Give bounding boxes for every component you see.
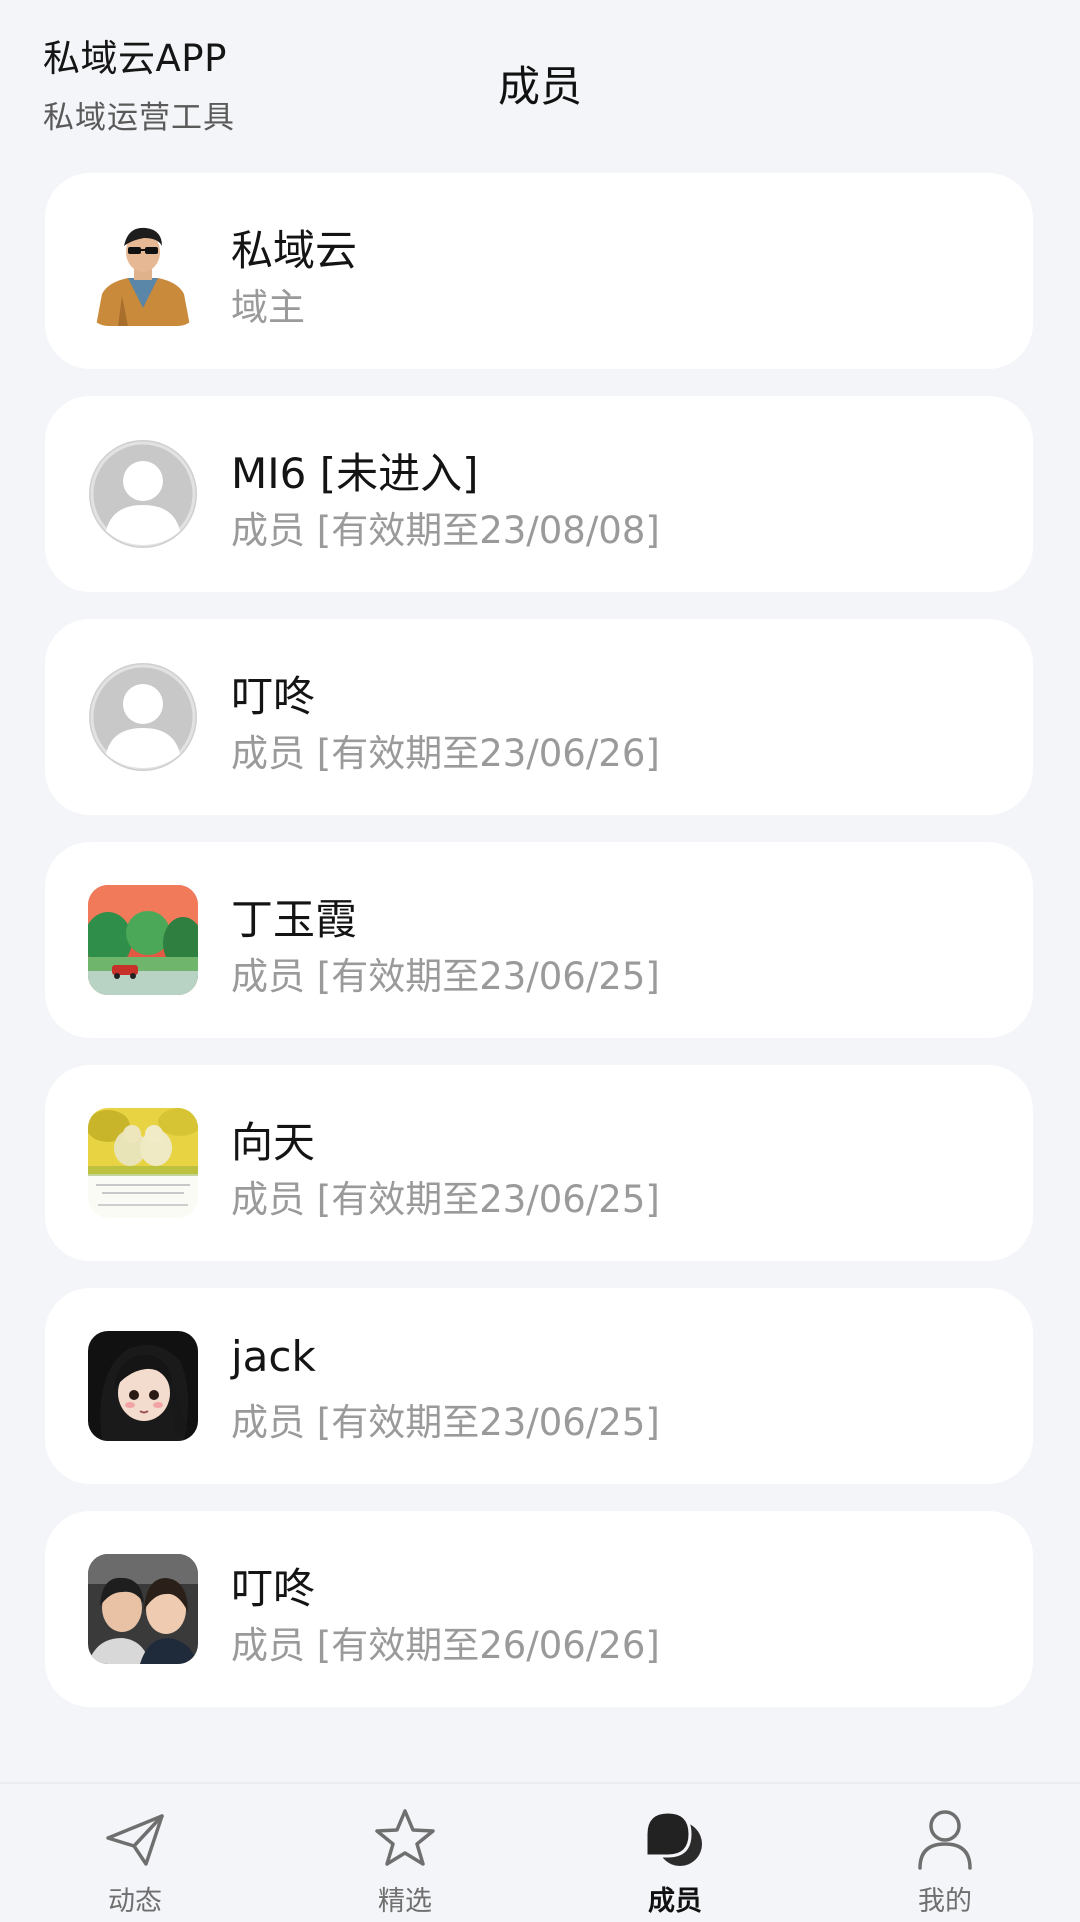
tab-label: 动态 bbox=[108, 1886, 162, 1917]
member-list: 私域云 域主 MI6 [未进入] 成员 [有效期至23/08/08] 叮咚 成员 bbox=[45, 173, 1033, 1734]
tab-label: 精选 bbox=[378, 1886, 432, 1917]
avatar-anime-icon bbox=[88, 1331, 198, 1441]
member-card[interactable]: 私域云 域主 bbox=[45, 173, 1033, 369]
member-role: 成员 [有效期至23/06/26] bbox=[231, 732, 660, 775]
default-avatar-icon bbox=[89, 440, 197, 548]
member-role: 成员 [有效期至23/06/25] bbox=[231, 1178, 660, 1221]
member-role: 成员 [有效期至23/06/25] bbox=[231, 1401, 660, 1444]
member-name: MI6 [未进入] bbox=[231, 449, 479, 498]
member-name: jack bbox=[231, 1332, 316, 1381]
member-avatar bbox=[88, 216, 198, 326]
avatar-painting-icon bbox=[88, 885, 198, 995]
bottom-tab-bar: 动态 精选 成员 我的 bbox=[0, 1782, 1080, 1922]
member-name: 叮咚 bbox=[231, 672, 316, 721]
member-name: 私域云 bbox=[231, 226, 358, 275]
paper-plane-icon bbox=[102, 1806, 168, 1872]
member-avatar bbox=[88, 1331, 198, 1441]
default-avatar-icon bbox=[89, 663, 197, 771]
star-icon bbox=[372, 1806, 438, 1872]
avatar-photo-man-icon bbox=[88, 216, 198, 326]
member-card[interactable]: 丁玉霞 成员 [有效期至23/06/25] bbox=[45, 842, 1033, 1038]
chat-bubbles-icon bbox=[642, 1806, 708, 1872]
member-name: 叮咚 bbox=[231, 1564, 316, 1613]
member-name: 丁玉霞 bbox=[231, 895, 358, 944]
member-card[interactable]: jack 成员 [有效期至23/06/25] bbox=[45, 1288, 1033, 1484]
tab-label: 我的 bbox=[918, 1886, 972, 1917]
tab-label: 成员 bbox=[648, 1886, 702, 1917]
member-card[interactable]: MI6 [未进入] 成员 [有效期至23/08/08] bbox=[45, 396, 1033, 592]
member-name: 向天 bbox=[231, 1118, 316, 1167]
member-avatar bbox=[88, 439, 198, 549]
avatar-birds-icon bbox=[88, 1108, 198, 1218]
avatar-two-people-icon bbox=[88, 1554, 198, 1664]
tab-feed[interactable]: 动态 bbox=[0, 1784, 270, 1922]
page-title: 成员 bbox=[497, 62, 582, 111]
tab-members[interactable]: 成员 bbox=[540, 1784, 810, 1922]
member-role: 成员 [有效期至26/06/26] bbox=[231, 1624, 660, 1667]
tab-featured[interactable]: 精选 bbox=[270, 1784, 540, 1922]
member-avatar bbox=[88, 1554, 198, 1664]
member-avatar bbox=[88, 662, 198, 772]
member-card[interactable]: 叮咚 成员 [有效期至23/06/26] bbox=[45, 619, 1033, 815]
member-card[interactable]: 叮咚 成员 [有效期至26/06/26] bbox=[45, 1511, 1033, 1707]
person-icon bbox=[912, 1806, 978, 1872]
member-role: 成员 [有效期至23/08/08] bbox=[231, 509, 660, 552]
member-avatar bbox=[88, 1108, 198, 1218]
member-role: 域主 bbox=[231, 286, 305, 329]
member-role: 成员 [有效期至23/06/25] bbox=[231, 955, 660, 998]
tab-profile[interactable]: 我的 bbox=[810, 1784, 1080, 1922]
member-avatar bbox=[88, 885, 198, 995]
app-header: 私域云APP 私域运营工具 成员 bbox=[0, 0, 1080, 160]
member-card[interactable]: 向天 成员 [有效期至23/06/25] bbox=[45, 1065, 1033, 1261]
